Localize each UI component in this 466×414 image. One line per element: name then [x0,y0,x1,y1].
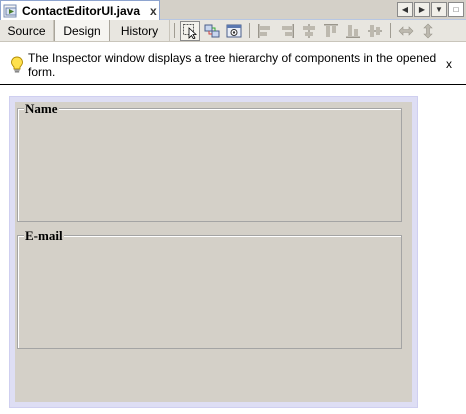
toolbar-separator [390,23,391,38]
hint-bar: The Inspector window displays a tree hie… [0,51,466,79]
toolbar-separator [174,23,175,38]
hint-message: The Inspector window displays a tree hie… [28,51,437,79]
tab-navigation: ◀ ▶ ▼ □ [397,2,464,17]
editor-tab-title: ContactEditorUI.java [22,4,141,18]
editor-toolbar: Source Design History [0,20,466,42]
preview-design-icon[interactable] [224,21,244,41]
vertical-resize-icon[interactable] [418,21,438,41]
center-vertically-icon[interactable] [365,21,385,41]
tab-source[interactable]: Source [0,20,54,41]
jframe-form[interactable]: Name E-mail [15,102,412,402]
name-panel-title: Name [24,101,59,116]
restore-window-icon[interactable]: □ [448,2,464,17]
email-panel-title: E-mail [24,228,64,243]
scroll-tabs-right-icon[interactable]: ▶ [414,2,430,17]
align-right-icon[interactable] [277,21,297,41]
show-opened-documents-icon[interactable]: ▼ [431,2,447,17]
tab-design[interactable]: Design [54,20,110,41]
align-left-icon[interactable] [255,21,275,41]
scroll-tabs-left-icon[interactable]: ◀ [397,2,413,17]
form-designer-canvas[interactable]: Name E-mail [9,96,418,408]
align-top-icon[interactable] [321,21,341,41]
selection-mode-icon[interactable] [180,21,200,41]
close-hint-icon[interactable]: x [446,57,452,71]
editor-tab-strip: ContactEditorUI.java x ◀ ▶ ▼ □ [0,0,466,21]
center-horizontally-icon[interactable] [299,21,319,41]
tab-history[interactable]: History [110,20,170,41]
java-file-icon [3,4,19,18]
divider [0,84,466,85]
name-panel[interactable]: Name [17,102,402,222]
lightbulb-icon [10,56,24,74]
horizontal-resize-icon[interactable] [396,21,416,41]
connection-mode-icon[interactable] [202,21,222,41]
align-bottom-icon[interactable] [343,21,363,41]
toolbar-separator [249,23,250,38]
email-panel[interactable]: E-mail [17,229,402,349]
editor-tab-contacteditorui[interactable]: ContactEditorUI.java x [0,0,160,21]
close-tab-icon[interactable]: x [150,4,157,18]
